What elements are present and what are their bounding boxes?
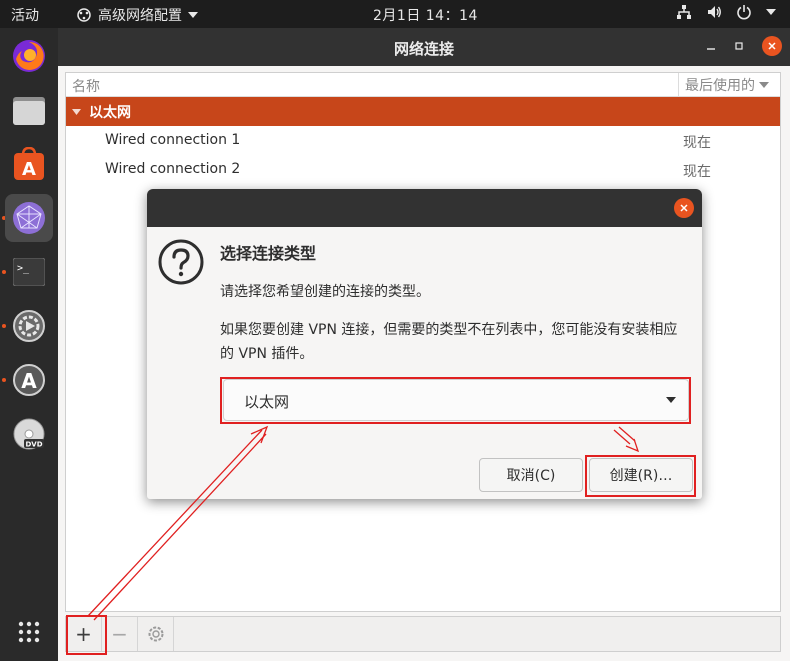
svg-text:>_: >_ (17, 263, 30, 274)
window-title: 网络连接 (393, 40, 454, 58)
column-header-last-used[interactable]: 最后使用的 (678, 73, 769, 97)
dock-software[interactable]: A (5, 140, 53, 188)
dialog-message: 请选择您希望创建的连接的类型。 (220, 284, 430, 300)
firefox-icon (13, 40, 45, 72)
remove-connection-button[interactable]: − (102, 617, 138, 651)
list-item[interactable]: Wired connection 1 现在 (66, 126, 780, 155)
activities-button[interactable]: 活动 (11, 5, 39, 25)
software-store-icon: A (14, 147, 44, 180)
svg-text:A: A (21, 369, 37, 393)
group-label: 以太网 (89, 104, 131, 121)
software-updater-icon: A (13, 364, 45, 396)
annotation-highlight-add (66, 615, 107, 655)
connection-last-used: 现在 (683, 135, 711, 151)
dock-dvd[interactable]: DVD (5, 410, 53, 458)
close-window-button[interactable] (762, 36, 782, 56)
window-controls (706, 36, 782, 56)
app-menu[interactable]: 高级网络配置 (76, 5, 198, 25)
dvd-icon: DVD (13, 418, 45, 450)
dock-network-settings[interactable] (5, 194, 53, 242)
close-icon (680, 204, 688, 212)
dialog-titlebar[interactable] (147, 189, 702, 227)
network-wired-icon[interactable] (676, 4, 692, 20)
list-header: 名称 最后使用的 (66, 73, 780, 97)
edit-connection-button[interactable] (138, 617, 174, 651)
list-toolbar: + − (65, 616, 781, 652)
column-header-last-used-label: 最后使用的 (685, 78, 755, 94)
system-tray[interactable] (676, 4, 776, 20)
settings-gear-icon (13, 310, 45, 342)
dialog-title: 选择连接类型 (220, 244, 317, 263)
chevron-down-icon (188, 12, 198, 18)
maximize-icon[interactable] (734, 41, 744, 51)
top-bar: 活动 高级网络配置 2月1日 14：14 (0, 0, 790, 28)
dialog-hint: 如果您要创建 VPN 连接，但需要的类型不在列表中，您可能没有安装相应的 VPN… (220, 322, 678, 362)
expander-down-icon[interactable] (72, 108, 81, 115)
network-globe-icon (13, 202, 45, 234)
annotation-highlight-create (585, 455, 696, 497)
column-header-name[interactable]: 名称 (72, 76, 100, 96)
sort-chevron-down-icon (759, 82, 769, 88)
dock: A >_ A DVD (0, 28, 58, 661)
close-dialog-button[interactable] (674, 198, 694, 218)
power-icon[interactable] (736, 4, 752, 20)
app-menu-label: 高级网络配置 (98, 8, 182, 24)
files-icon (13, 97, 45, 125)
connection-name: Wired connection 1 (105, 132, 241, 148)
dock-terminal[interactable]: >_ (5, 248, 53, 296)
gear-icon (148, 626, 163, 642)
question-icon (158, 239, 204, 285)
list-item[interactable]: Wired connection 2 现在 (66, 155, 780, 184)
app-grid-icon (18, 621, 40, 643)
terminal-icon: >_ (13, 258, 45, 286)
svg-text:A: A (22, 159, 36, 180)
dock-updater[interactable]: A (5, 356, 53, 404)
show-applications-button[interactable] (5, 608, 53, 656)
svg-text:DVD: DVD (25, 441, 42, 449)
group-row-ethernet[interactable]: 以太网 (66, 97, 780, 126)
connection-name: Wired connection 2 (105, 161, 241, 177)
cancel-button[interactable]: 取消(C) (479, 458, 583, 492)
volume-icon[interactable] (706, 4, 722, 20)
minimize-icon[interactable] (706, 41, 716, 51)
close-icon (768, 42, 776, 50)
chevron-down-icon[interactable] (766, 9, 776, 15)
dock-settings[interactable] (5, 302, 53, 350)
choose-connection-type-dialog: 选择连接类型 请选择您希望创建的连接的类型。 如果您要创建 VPN 连接，但需要… (147, 189, 702, 499)
connection-last-used: 现在 (683, 164, 711, 180)
clock[interactable]: 2月1日 14：14 (373, 5, 478, 25)
annotation-highlight-select (220, 377, 691, 424)
dock-files[interactable] (5, 86, 53, 134)
window-titlebar[interactable]: 网络连接 (58, 28, 790, 66)
dock-firefox[interactable] (5, 32, 53, 80)
network-app-icon (77, 8, 91, 22)
